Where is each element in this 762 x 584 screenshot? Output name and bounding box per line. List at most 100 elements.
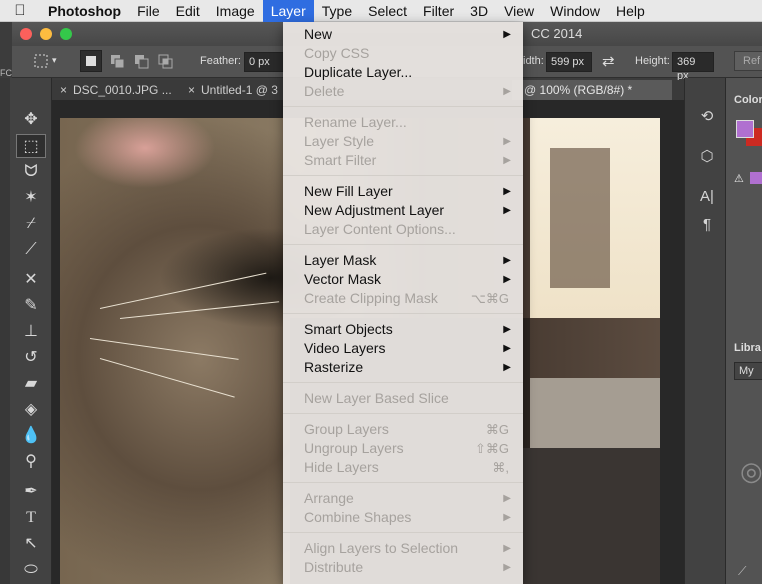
menu-item-new-fill-layer[interactable]: New Fill Layer ▶	[283, 182, 523, 201]
menu-item-smart-objects[interactable]: Smart Objects ▶	[283, 320, 523, 339]
menu-item-new-adjustment-layer[interactable]: New Adjustment Layer ▶	[283, 201, 523, 220]
menu-image[interactable]: Image	[208, 0, 263, 22]
menu-window[interactable]: Window	[542, 0, 608, 22]
zoom-window-button[interactable]	[60, 28, 72, 40]
eyedropper-icon[interactable]: ⟋	[16, 238, 46, 262]
menu-item-label: Vector Mask	[304, 271, 382, 287]
menu-type[interactable]: Type	[314, 0, 360, 22]
submenu-arrow-icon: ▶	[503, 274, 511, 285]
menu-item-distribute: Distribute ▶	[283, 558, 523, 577]
gamut-color-swatch[interactable]	[750, 172, 762, 184]
history-brush-icon[interactable]: ↺	[16, 346, 46, 370]
new-selection-button[interactable]	[80, 50, 102, 72]
intersect-selection-icon[interactable]	[156, 52, 176, 72]
menu-item-shortcut: ⌥⌘G	[470, 291, 509, 306]
swap-dimensions-icon[interactable]: ⇄	[602, 52, 615, 70]
library-select[interactable]: My	[734, 362, 762, 380]
height-input[interactable]: 369 px	[672, 52, 714, 82]
tab-close-icon[interactable]: ×	[60, 83, 67, 97]
stamp-icon[interactable]: ⊥	[16, 320, 46, 344]
feather-input[interactable]: 0 px	[244, 52, 284, 72]
height-label: Height:	[635, 55, 670, 67]
menu-item-label: Smart Objects	[304, 321, 393, 337]
width-label: idth:	[523, 55, 544, 67]
3d-panel-icon[interactable]: ⬡	[695, 146, 719, 168]
menu-item-label: Rasterize	[304, 359, 364, 375]
photo-shade	[520, 448, 660, 584]
tab-active-document[interactable]: @ 100% (RGB/8#) *	[512, 80, 672, 100]
menu-item-hide-layers: Hide Layers ⌘,	[283, 458, 523, 477]
right-dock-panel: ⟲ ⬡ A| ¶	[684, 78, 726, 584]
paint-bucket-icon[interactable]: ◈	[16, 398, 46, 422]
blur-icon[interactable]: 💧	[16, 424, 46, 448]
menu-item-duplicate-layer[interactable]: Duplicate Layer...	[283, 63, 523, 82]
photo-shadow	[550, 148, 610, 288]
paragraph-panel-icon[interactable]: ¶	[695, 214, 719, 236]
menu-select[interactable]: Select	[360, 0, 415, 22]
crop-icon[interactable]: ⌿	[16, 212, 46, 236]
close-window-button[interactable]	[20, 28, 32, 40]
marquee-preset-icon[interactable]	[34, 54, 48, 68]
foreground-color-swatch[interactable]	[736, 120, 754, 138]
libraries-panel-title: Libra	[734, 342, 761, 354]
menu-item-label: Distribute	[304, 559, 364, 575]
eraser-icon[interactable]: ▰	[16, 372, 46, 396]
menu-edit[interactable]: Edit	[168, 0, 208, 22]
preset-dropdown-arrow-icon[interactable]: ▾	[52, 55, 57, 66]
tab-close-icon[interactable]: ×	[188, 83, 195, 97]
menu-app-photoshop[interactable]: Photoshop	[40, 0, 129, 22]
menu-separator	[283, 106, 523, 107]
width-input[interactable]: 599 px	[546, 52, 592, 72]
lasso-icon[interactable]: ᗢ	[16, 160, 46, 184]
submenu-arrow-icon: ▶	[503, 493, 511, 504]
character-panel-icon[interactable]: A|	[695, 186, 719, 208]
add-content-icon[interactable]: ⟋	[738, 564, 746, 579]
tab-label: DSC_0010.JPG ...	[73, 83, 172, 97]
new-selection-icon	[86, 56, 96, 66]
path-select-icon[interactable]: ↖	[16, 532, 46, 556]
menu-item-label: Create Clipping Mask	[304, 290, 438, 306]
pen-icon[interactable]: ✒	[16, 480, 46, 504]
menu-view[interactable]: View	[496, 0, 542, 22]
healing-icon[interactable]: ✕	[16, 268, 46, 292]
submenu-arrow-icon: ▶	[503, 86, 511, 97]
minimize-window-button[interactable]	[40, 28, 52, 40]
tab-untitled-1[interactable]: × Untitled-1 @ 3	[180, 80, 288, 100]
submenu-arrow-icon: ▶	[503, 205, 511, 216]
brush-icon[interactable]: ✎	[16, 294, 46, 318]
menu-item-layer-mask[interactable]: Layer Mask ▶	[283, 251, 523, 270]
menu-item-delete: Delete ▶	[283, 82, 523, 101]
menu-item-label: Ungroup Layers	[304, 440, 404, 456]
type-icon[interactable]: T	[16, 506, 46, 530]
move-icon[interactable]: ✥	[16, 108, 46, 132]
submenu-arrow-icon: ▶	[503, 186, 511, 197]
dodge-icon[interactable]: ⚲	[16, 450, 46, 474]
menu-item-label: Layer Style	[304, 133, 375, 149]
menu-item-rasterize[interactable]: Rasterize ▶	[283, 358, 523, 377]
subtract-from-selection-icon[interactable]	[132, 52, 152, 72]
history-panel-icon[interactable]: ⟲	[695, 106, 719, 128]
menu-filter[interactable]: Filter	[415, 0, 462, 22]
add-to-selection-icon[interactable]	[108, 52, 128, 72]
shape-icon[interactable]: ⬭	[16, 558, 46, 582]
menu-help[interactable]: Help	[608, 0, 653, 22]
menu-item-rename-layer: Rename Layer...	[283, 113, 523, 132]
magic-wand-icon[interactable]: ✶	[16, 186, 46, 210]
menu-item-vector-mask[interactable]: Vector Mask ▶	[283, 270, 523, 289]
tab-dsc-0010[interactable]: × DSC_0010.JPG ...	[52, 80, 178, 100]
menu-separator	[283, 313, 523, 314]
menu-item-label: Rename Layer...	[304, 114, 407, 130]
menu-3d[interactable]: 3D	[462, 0, 496, 22]
menu-item-video-layers[interactable]: Video Layers ▶	[283, 339, 523, 358]
panel-collapse-strip[interactable]	[0, 78, 10, 584]
menu-item-new[interactable]: New ▶	[283, 25, 523, 44]
menu-item-label: Combine Shapes	[304, 509, 412, 525]
refine-edge-button[interactable]: Ref	[734, 51, 762, 71]
feather-label: Feather:	[200, 55, 241, 67]
menu-item-layer-content-options: Layer Content Options...	[283, 220, 523, 239]
menu-layer[interactable]: Layer	[262, 0, 314, 22]
marquee-icon[interactable]: ⬚	[16, 134, 46, 158]
apple-menu-icon[interactable]: 	[0, 2, 40, 19]
menu-file[interactable]: File	[129, 0, 168, 22]
menu-item-shortcut: ⇧⌘G	[474, 441, 509, 456]
